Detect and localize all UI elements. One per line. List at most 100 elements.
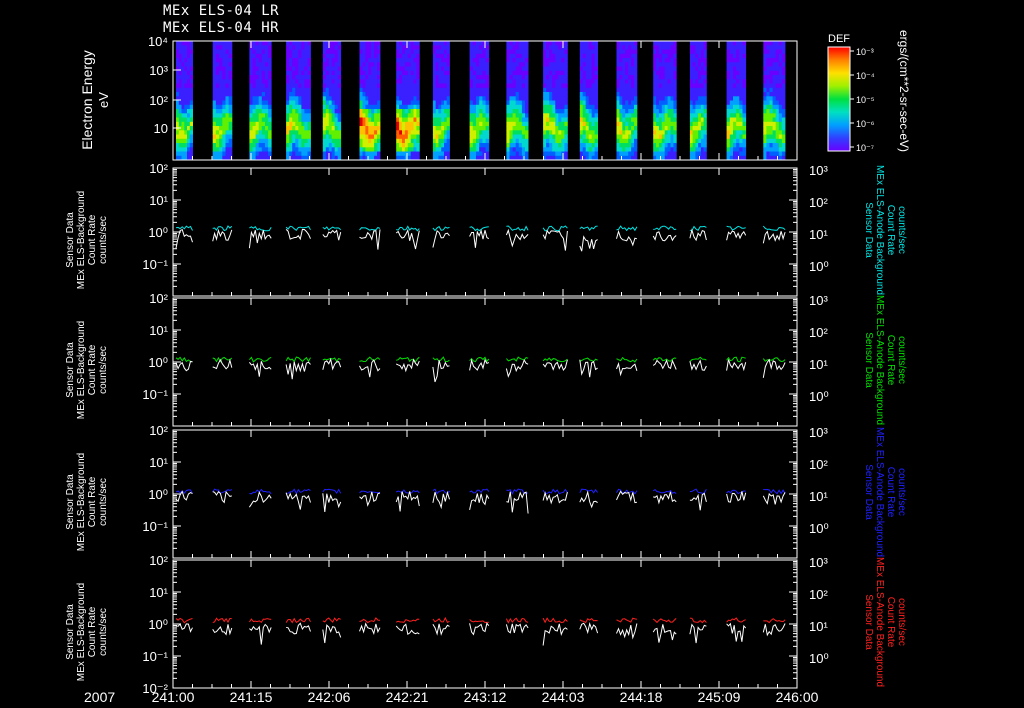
spectrogram-cell: [561, 104, 565, 110]
spectrogram-cell: [416, 79, 420, 84]
spectrogram-cell: [591, 79, 596, 84]
spectrogram-cell: [441, 92, 445, 97]
spectrogram-cell: [561, 62, 565, 67]
spectrogram-cell: [377, 41, 381, 46]
spectrogram-cell: [331, 143, 336, 148]
spectrogram-cell: [228, 147, 233, 152]
spectrogram-cell: [479, 143, 483, 148]
spectrogram-cell: [726, 83, 731, 89]
spectrogram-cell: [469, 83, 474, 89]
spectrogram-cell: [653, 147, 657, 152]
spectrogram-cell: [407, 62, 412, 67]
spectrogram-cell: [506, 87, 510, 93]
spectrogram-cell: [546, 130, 550, 135]
spectrogram-cell: [622, 126, 626, 131]
spectrogram-cell: [469, 58, 474, 63]
y-tick-label-right: 10⁰: [809, 259, 829, 274]
spectrogram-cell: [509, 151, 513, 157]
spectrogram-cell: [482, 100, 486, 106]
spectrogram-cell: [187, 53, 191, 59]
spectrogram-cell: [766, 87, 770, 93]
spectrogram-cell: [763, 62, 767, 67]
spectrogram-cell: [543, 92, 547, 97]
spectrogram-cell: [661, 58, 666, 63]
spectrogram-cell: [371, 113, 375, 118]
spectrogram-cell: [396, 100, 400, 106]
spectrogram-cell: [692, 62, 696, 67]
spectrogram-cell: [413, 62, 417, 67]
spectrogram-cell: [252, 109, 256, 114]
spectrogram-cell: [472, 130, 477, 135]
spectrogram-cell: [377, 53, 381, 59]
spectrogram-cell: [212, 151, 217, 157]
spectrogram-cell: [176, 121, 180, 127]
spectrogram-cell: [176, 113, 180, 118]
spectrogram-cell: [416, 130, 420, 135]
colorbar-tick-label: 10⁻³: [856, 47, 874, 57]
spectrogram-cell: [661, 96, 666, 101]
spectrogram-cell: [778, 109, 783, 114]
spectrogram-cell: [215, 62, 220, 67]
series-line: [542, 225, 568, 232]
spectrogram-cell: [374, 92, 378, 97]
spectrogram-cell: [667, 58, 671, 63]
spectrogram-cell: [328, 58, 333, 63]
right-axis-label: Sensor Data: [863, 332, 874, 388]
spectrogram-cell: [404, 96, 409, 101]
spectrogram-cell: [469, 70, 474, 76]
spectrogram-cell: [374, 126, 378, 131]
spectrogram-cell: [698, 83, 702, 89]
spectrogram-cell: [301, 134, 305, 140]
spectrogram-cell: [766, 134, 770, 140]
spectrogram-cell: [304, 79, 308, 84]
spectrogram-cell: [441, 83, 445, 89]
spectrogram-cell: [766, 62, 770, 67]
spectrogram-cell: [670, 66, 674, 72]
spectrogram-cell: [399, 83, 403, 89]
spectrogram-cell: [736, 151, 740, 157]
spectrogram-cell: [292, 83, 296, 89]
spectrogram-cell: [546, 151, 550, 157]
spectrogram-cell: [298, 100, 302, 106]
spectrogram-cell: [769, 66, 773, 72]
spectrogram-cell: [432, 70, 437, 76]
spectrogram-cell: [365, 121, 369, 127]
spectrogram-cell: [331, 117, 336, 123]
spectrogram-cell: [631, 113, 635, 118]
spectrogram-cell: [582, 138, 587, 144]
spectrogram-cell: [446, 104, 450, 110]
spectrogram-cell: [506, 83, 510, 89]
spectrogram-cell: [585, 151, 590, 157]
spectrogram-cell: [258, 104, 263, 110]
spectrogram-cell: [252, 138, 256, 144]
spectrogram-cell: [307, 96, 311, 101]
spectrogram-cell: [619, 45, 623, 50]
spectrogram-cell: [628, 151, 632, 157]
spectrogram-cell: [482, 75, 486, 80]
count-rate-panel-2: 10²10¹10⁰10⁻¹10³10²10¹10⁰Sensor Data MEx …: [65, 291, 907, 427]
spectrogram-cell: [399, 41, 403, 46]
series-line: [762, 623, 786, 637]
spectrogram-cell: [664, 109, 668, 114]
spectrogram-cell: [729, 109, 734, 114]
spectrogram-cell: [521, 58, 526, 63]
spectrogram-cell: [775, 87, 780, 93]
spectrogram-cell: [664, 113, 668, 118]
spectrogram-cell: [212, 75, 217, 80]
series-line: [579, 359, 598, 378]
spectrogram-cell: [476, 87, 480, 93]
spectrogram-cell: [472, 147, 477, 152]
spectrogram-cell: [261, 113, 266, 118]
spectrogram-cell: [772, 117, 777, 123]
spectrogram-cell: [594, 70, 598, 76]
spectrogram-cell: [255, 96, 260, 101]
spectrogram-cell: [628, 147, 632, 152]
spectrogram-cell: [432, 66, 437, 72]
spectrogram-cell: [286, 117, 290, 123]
spectrogram-cell: [295, 109, 299, 114]
spectrogram-cell: [252, 96, 256, 101]
spectrogram-cell: [258, 92, 263, 97]
spectrogram-cell: [219, 104, 223, 110]
spectrogram-cell: [625, 130, 629, 135]
spectrogram-cell: [365, 79, 369, 84]
